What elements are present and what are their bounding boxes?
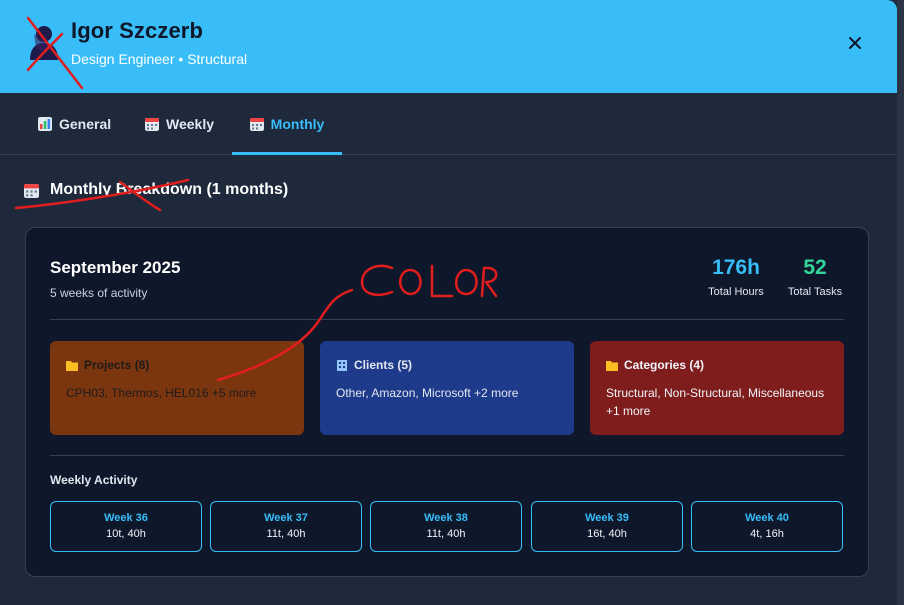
calendar-icon <box>24 183 39 198</box>
folder-icon <box>606 360 618 371</box>
close-button[interactable] <box>842 30 868 56</box>
week-name: Week 38 <box>424 512 468 524</box>
week-38-chip[interactable]: Week 38 11t, 40h <box>370 501 522 552</box>
week-value: 10t, 40h <box>106 528 146 540</box>
month-card: September 2025 5 weeks of activity 176h … <box>25 227 869 577</box>
close-icon <box>849 37 861 49</box>
calendar-icon <box>249 117 264 131</box>
user-detail-modal: Igor Szczerb Design Engineer • Structura… <box>0 0 897 605</box>
month-title: September 2025 <box>50 258 181 277</box>
total-hours-stat: 176h Total Hours <box>705 256 767 298</box>
week-name: Week 40 <box>745 512 789 524</box>
categories-items: Structural, Non-Structural, Miscellaneou… <box>606 386 825 418</box>
tab-general-label: General <box>59 115 112 132</box>
week-value: 11t, 40h <box>266 528 306 540</box>
tab-monthly[interactable]: Monthly <box>232 93 342 155</box>
projects-title: Projects (8) <box>66 358 288 372</box>
total-tasks-stat: 52 Total Tasks <box>784 256 846 298</box>
week-36-chip[interactable]: Week 36 10t, 40h <box>50 501 202 552</box>
window-edge <box>897 0 904 605</box>
clients-title: Clients (5) <box>336 358 558 372</box>
user-name: Igor Szczerb <box>71 18 204 43</box>
total-hours-label: Total Hours <box>708 286 764 298</box>
week-value: 11t, 40h <box>426 528 466 540</box>
categories-box: Categories (4) Structural, Non-Structura… <box>590 341 844 435</box>
week-40-chip[interactable]: Week 40 4t, 16h <box>691 501 843 552</box>
bar-chart-icon <box>38 116 52 131</box>
divider <box>50 319 844 320</box>
tab-bar: General Weekly Monthly <box>0 93 897 155</box>
month-subtitle: 5 weeks of activity <box>50 286 148 300</box>
user-avatar-icon <box>30 26 58 60</box>
week-value: 4t, 16h <box>750 528 784 540</box>
building-icon <box>337 359 347 371</box>
tab-weekly-label: Weekly <box>166 115 214 132</box>
tab-general[interactable]: General <box>30 93 119 154</box>
divider <box>50 455 844 456</box>
total-tasks-label: Total Tasks <box>787 286 843 298</box>
week-name: Week 36 <box>104 512 148 524</box>
calendar-icon <box>145 117 159 131</box>
total-tasks-value: 52 <box>803 256 827 279</box>
section-title: Monthly Breakdown (1 months) <box>24 181 288 199</box>
weekly-activity-label: Weekly Activity <box>50 473 138 487</box>
week-name: Week 37 <box>264 512 308 524</box>
total-hours-value: 176h <box>712 256 760 279</box>
week-name: Week 39 <box>585 512 629 524</box>
tab-monthly-label: Monthly <box>270 115 325 132</box>
user-role: Design Engineer • Structural <box>71 51 248 67</box>
projects-items: CPH03, Thermos, HEL016 +5 more <box>66 386 257 400</box>
clients-box: Clients (5) Other, Amazon, Microsoft +2 … <box>320 341 574 435</box>
section-title-text: Monthly Breakdown (1 months) <box>50 181 289 198</box>
projects-box: Projects (8) CPH03, Thermos, HEL016 +5 m… <box>50 341 304 435</box>
folder-icon <box>66 360 78 371</box>
categories-title: Categories (4) <box>606 358 828 372</box>
tab-weekly[interactable]: Weekly <box>137 93 222 154</box>
week-value: 16t, 40h <box>587 528 627 540</box>
clients-title-text: Clients (5) <box>354 358 413 372</box>
categories-title-text: Categories (4) <box>624 358 705 372</box>
projects-title-text: Projects (8) <box>84 358 150 372</box>
clients-items: Other, Amazon, Microsoft +2 more <box>336 386 519 400</box>
week-39-chip[interactable]: Week 39 16t, 40h <box>531 501 683 552</box>
modal-header: Igor Szczerb Design Engineer • Structura… <box>0 0 897 93</box>
week-37-chip[interactable]: Week 37 11t, 40h <box>210 501 362 552</box>
